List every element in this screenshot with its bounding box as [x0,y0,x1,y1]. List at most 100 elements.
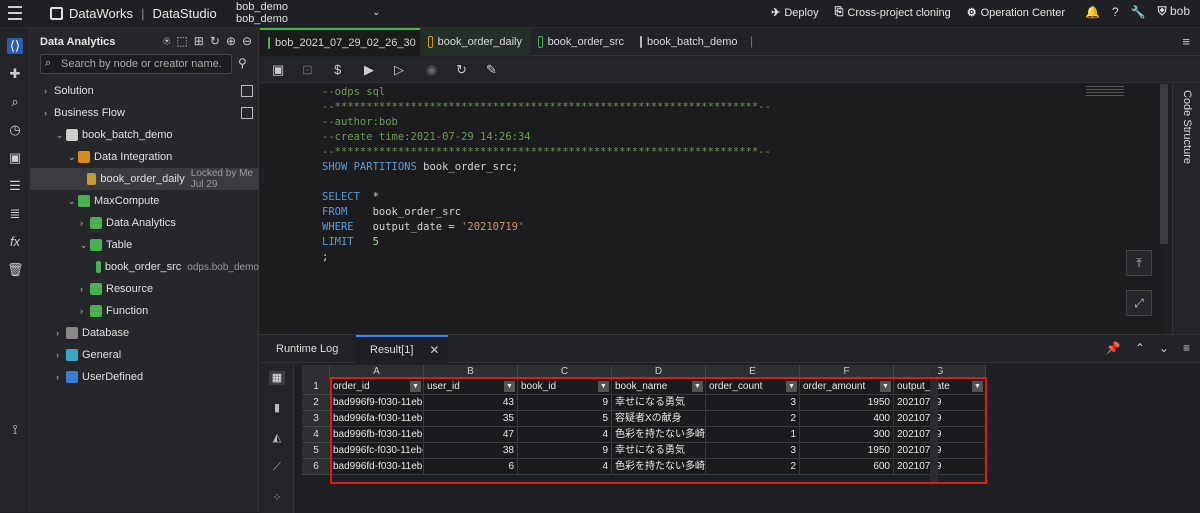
expand-up-icon[interactable]: ⌃ [1135,341,1145,355]
tab-book-order-daily[interactable]: book_order_daily [420,28,530,56]
table-cell[interactable]: 35 [424,411,518,427]
code-structure-panel[interactable]: Code Structure [1172,84,1200,334]
create-file-icon[interactable]: ⊞ [194,34,204,49]
more-menu-icon[interactable]: ≡ [1183,341,1190,355]
scatter-chart-icon[interactable]: ⁘ [269,491,285,505]
tab-runtime-log[interactable]: Runtime Log [262,335,352,363]
tree-caret-icon[interactable]: ⌄ [68,152,78,163]
table-cell[interactable]: 600 [800,459,894,475]
result-scrollbar[interactable] [930,366,938,484]
bar-chart-icon[interactable]: ▮ [269,401,285,415]
code-editor[interactable]: --odps sql --****************************… [260,84,1165,334]
grid-view-icon[interactable] [241,107,253,119]
function-icon[interactable]: fx [7,234,23,250]
row-number[interactable]: 6 [302,459,330,475]
search-box[interactable]: ⌕ [40,54,232,74]
hamburger-menu-icon[interactable] [8,6,22,20]
tree-item[interactable]: › Solution [30,80,259,102]
filter-icon[interactable]: ⚲ [238,56,247,70]
column-letter[interactable]: B [424,365,518,379]
table-cell[interactable]: 4 [518,427,612,443]
tree-caret-icon[interactable]: › [80,284,90,294]
deploy-link[interactable]: ✈ Deploy [771,6,818,20]
table-cell[interactable]: 3 [706,395,800,411]
search-input[interactable] [61,57,226,71]
tree-item[interactable]: › Business Flow [30,102,259,124]
tab-menu-icon[interactable]: ≡ [1182,34,1190,49]
table-view-icon[interactable]: ▦ [269,371,285,385]
graph-icon[interactable]: ⟟ [7,422,23,438]
tree-item[interactable]: › Resource [30,278,259,300]
column-filter-dropdown-icon[interactable]: ▼ [692,381,703,392]
column-header[interactable]: order_count ▼ [706,379,800,395]
format-icon[interactable]: ✎ [486,62,497,78]
line-chart-icon[interactable]: ⟋ [269,461,285,475]
minimap[interactable] [1086,86,1124,100]
tree-caret-icon[interactable]: › [80,218,90,228]
search-rail-icon[interactable]: ⌕ [7,94,23,110]
refresh-icon[interactable]: ↻ [210,34,220,49]
operation-center-link[interactable]: ⚙ Operation Center [967,6,1065,20]
bell-icon[interactable]: 🔔 [1085,5,1100,19]
user-menu[interactable]: ⛨ bob [1158,4,1190,19]
pin-icon[interactable]: 📌 [1106,341,1121,355]
row-number[interactable]: 5 [302,443,330,459]
tree-item[interactable]: ⌄ book_batch_demo [30,124,259,146]
tree-item[interactable]: book_order_daily Locked by Me Jul 29 [30,168,259,190]
table-cell[interactable]: 20210719 [894,411,986,427]
cross-project-cloning-link[interactable]: ⎘ Cross-project cloning [835,6,951,19]
tree-caret-icon[interactable]: › [44,86,54,96]
data-analytics-rail-icon[interactable]: ⟨⟩ [7,38,23,54]
save-icon[interactable]: ▣ [272,62,284,78]
tree-caret-icon[interactable]: ⌄ [80,240,90,251]
grid-corner[interactable] [302,365,330,379]
column-header[interactable]: book_id ▼ [518,379,612,395]
table-cell[interactable]: 1950 [800,443,894,459]
column-filter-dropdown-icon[interactable]: ▼ [972,381,983,392]
column-letter[interactable]: F [800,365,894,379]
column-header[interactable]: user_id ▼ [424,379,518,395]
column-letter[interactable]: E [706,365,800,379]
tree-item[interactable]: ⌄ MaxCompute [30,190,259,212]
column-letter[interactable]: D [612,365,706,379]
tab-book-batch-demo[interactable]: book_batch_demo [632,28,742,56]
wrench-icon[interactable]: 🔧 [1131,5,1146,19]
column-letter[interactable]: G [894,365,986,379]
create-user-icon[interactable]: ⍟ [163,34,170,49]
tree-item[interactable]: ⌄ Data Integration [30,146,259,168]
reload-icon[interactable]: ↻ [456,62,467,78]
import-icon[interactable]: ⬚ [176,34,187,49]
clock-icon[interactable]: ◷ [7,122,23,138]
column-filter-dropdown-icon[interactable]: ▼ [504,381,515,392]
tree-caret-icon[interactable]: › [56,350,66,360]
tree-item[interactable]: › UserDefined [30,366,259,388]
table-cell[interactable]: 幸せになる勇気 [612,395,706,411]
row-number[interactable]: 3 [302,411,330,427]
column-header[interactable]: order_id ▼ [330,379,424,395]
table-cell[interactable]: 幸せになる勇気 [612,443,706,459]
product-logo[interactable]: DataWorks | DataStudio [50,6,217,21]
column-header[interactable]: book_name ▼ [612,379,706,395]
row-number[interactable]: 2 [302,395,330,411]
column-header[interactable]: output_date ▼ [894,379,986,395]
tree-item[interactable]: ⌄ Table [30,234,259,256]
trash-icon[interactable]: 🗑 [7,262,24,278]
tree-caret-icon[interactable]: › [44,108,54,118]
briefcase-icon[interactable]: ▣ [7,150,23,166]
table-cell[interactable]: 1950 [800,395,894,411]
table-cell[interactable]: 20210719 [894,427,986,443]
tree-item[interactable]: › General [30,344,259,366]
help-icon[interactable]: ? [1112,5,1119,19]
row-number[interactable]: 4 [302,427,330,443]
table-cell[interactable]: 5 [518,411,612,427]
table-cell[interactable]: bad996f9-f030-11eb-b [330,395,424,411]
table-list-icon[interactable]: ☰ [7,178,23,194]
table-cell[interactable]: 1 [706,427,800,443]
table-cell[interactable]: 43 [424,395,518,411]
table-cell[interactable]: 300 [800,427,894,443]
tree-item[interactable]: book_order_src odps.bob_demo [30,256,259,278]
collapse-icon[interactable]: ⊖ [242,34,252,49]
table-cell[interactable]: 20210719 [894,443,986,459]
area-chart-icon[interactable]: ◭ [269,431,285,445]
table-cell[interactable]: 3 [706,443,800,459]
